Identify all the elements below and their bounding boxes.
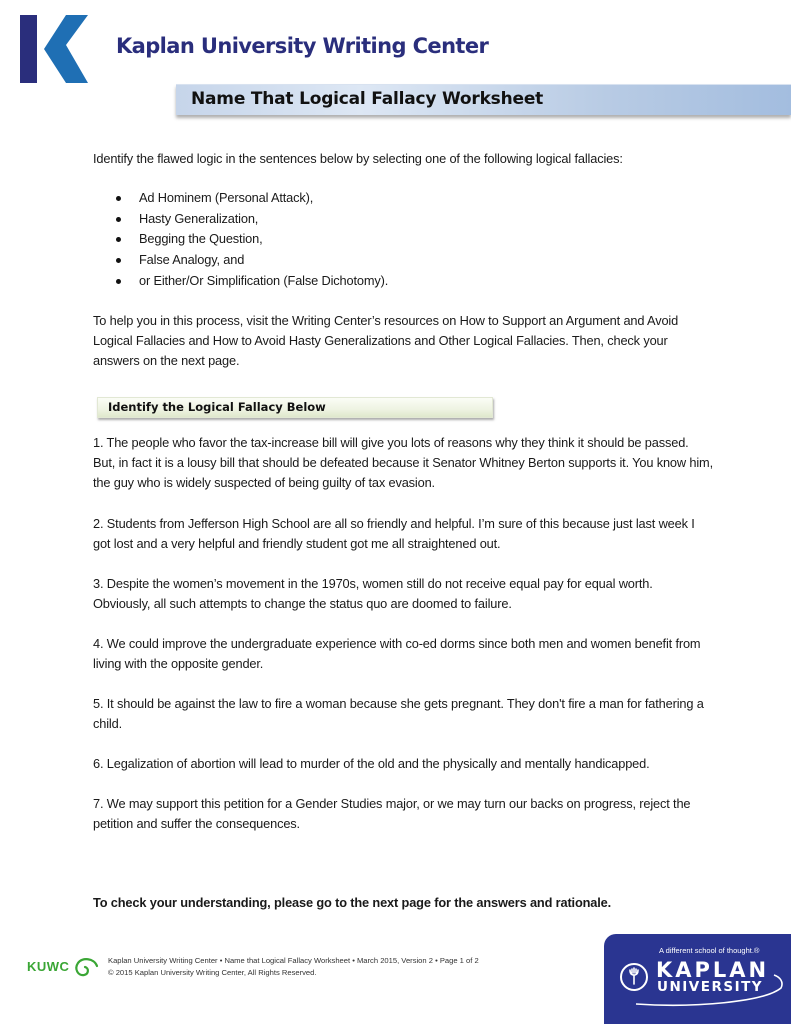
fallacy-list-item: Begging the Question, xyxy=(115,229,388,250)
bullet-icon xyxy=(116,237,121,243)
question-4: 4. We could improve the undergraduate ex… xyxy=(93,636,701,671)
kuwc-swirl-icon xyxy=(75,958,99,977)
question-6: 6. Legalization of abortion will lead to… xyxy=(93,756,650,771)
brand-tagline: A different school of thought.® xyxy=(659,946,760,955)
kuwc-label: KUWC xyxy=(27,959,70,974)
fallacy-list-item: False Analogy, and xyxy=(115,250,388,271)
worksheet-title-bar: Name That Logical Fallacy Worksheet xyxy=(176,84,791,115)
question-1: 1. The people who favor the tax-increase… xyxy=(93,435,713,490)
bullet-icon xyxy=(116,278,121,284)
question-2: 2. Students from Jefferson High School a… xyxy=(93,516,695,551)
section-heading: Identify the Logical Fallacy Below xyxy=(108,400,326,414)
question-5: 5. It should be against the law to fire … xyxy=(93,696,704,731)
fallacy-list-item: Hasty Generalization, xyxy=(115,209,388,230)
footer-line-1: Kaplan University Writing Center • Name … xyxy=(108,956,479,965)
question-3: 3. Despite the women’s movement in the 1… xyxy=(93,576,653,611)
intro-paragraph: Identify the flawed logic in the sentenc… xyxy=(93,151,623,166)
kaplan-university-brand-block: A different school of thought.® KAPLAN U… xyxy=(604,934,791,1024)
brand-sub: UNIVERSITY xyxy=(657,979,764,995)
footer-text: Kaplan University Writing Center • Name … xyxy=(108,955,479,978)
worksheet-title: Name That Logical Fallacy Worksheet xyxy=(191,89,544,109)
fallacy-list-item: or Either/Or Simplification (False Dicho… xyxy=(115,271,388,292)
closing-instruction: To check your understanding, please go t… xyxy=(93,895,612,910)
bullet-icon xyxy=(116,258,121,264)
kaplan-k-logo-icon xyxy=(20,15,88,83)
section-heading-bar: Identify the Logical Fallacy Below xyxy=(97,397,493,418)
bullet-icon xyxy=(116,216,121,222)
help-paragraph: To help you in this process, visit the W… xyxy=(93,313,679,368)
org-title: Kaplan University Writing Center xyxy=(116,34,489,58)
fallacy-list-item: Ad Hominem (Personal Attack), xyxy=(115,188,388,209)
footer-copyright: © 2015 Kaplan University Writing Center,… xyxy=(108,967,317,977)
question-7: 7. We may support this petition for a Ge… xyxy=(93,796,691,831)
bullet-icon xyxy=(116,196,121,201)
fallacy-list: Ad Hominem (Personal Attack), Hasty Gene… xyxy=(115,188,388,292)
